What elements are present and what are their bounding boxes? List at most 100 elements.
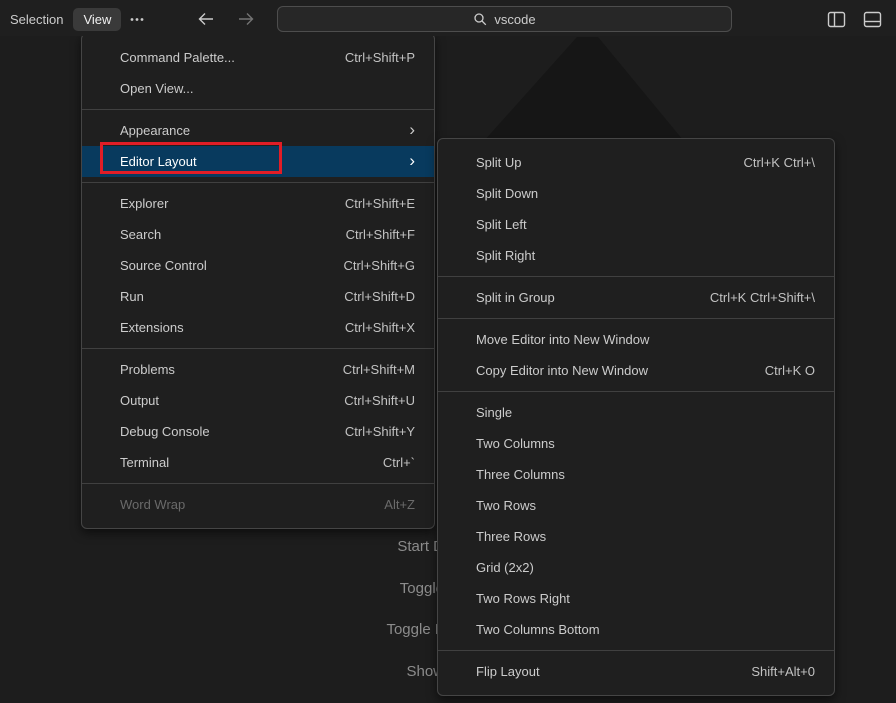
menu-item-command-palette[interactable]: Command Palette...Ctrl+Shift+P [82,42,434,73]
menu-item-shortcut: Ctrl+Shift+P [345,50,415,65]
menu-item-explorer[interactable]: Explorer Ctrl+Shift+E [82,188,434,219]
menu-item-split-left[interactable]: Split Left [438,209,834,240]
titlebar-layout-controls [825,9,884,30]
chevron-right-icon: › [409,152,415,169]
navigate-forward-button[interactable] [233,7,259,31]
menu-item-label: Three Columns [476,467,565,482]
menu-item-three-columns[interactable]: Three Columns [438,459,834,490]
menu-item-shortcut: Ctrl+Shift+M [343,362,415,377]
menu-item-run[interactable]: Run Ctrl+Shift+D [82,281,434,312]
menu-item-source-control[interactable]: Source Control Ctrl+Shift+G [82,250,434,281]
menu-item-label: Copy Editor into New Window [476,363,648,378]
menu-item-label: Three Rows [476,529,546,544]
menu-separator [438,650,834,651]
menu-item-split-in-group[interactable]: Split in GroupCtrl+K Ctrl+Shift+\ [438,282,834,313]
menu-item-two-rows[interactable]: Two Rows [438,490,834,521]
editor-layout-submenu: Split Up Ctrl+K Ctrl+\ Split Down Split Lef… [437,138,835,696]
menu-item-label: Search [120,227,161,242]
layout-panel-icon [863,11,882,28]
menu-item-label: Move Editor into New Window [476,332,649,347]
menu-item-split-up[interactable]: Split Up Ctrl+K Ctrl+\ [438,147,834,178]
menubar-more-button[interactable] [121,7,153,31]
menu-item-shortcut: Ctrl+Shift+E [345,196,415,211]
menu-item-problems[interactable]: Problems Ctrl+Shift+M [82,354,434,385]
menu-item-editor-layout[interactable]: Editor Layout › [82,146,434,177]
menu-item-label: Appearance [120,123,190,138]
menu-item-label: Flip Layout [476,664,540,679]
menu-item-shortcut: Ctrl+Shift+U [344,393,415,408]
menu-separator [82,182,434,183]
arrow-left-icon [197,11,215,27]
menu-item-grid-2x2[interactable]: Grid (2x2) [438,552,834,583]
menu-separator [438,318,834,319]
menu-item-open-view[interactable]: Open View... [82,73,434,104]
menu-item-label: Explorer [120,196,168,211]
menu-item-shortcut: Ctrl+Shift+X [345,320,415,335]
menu-item-shortcut: Shift+Alt+0 [751,664,815,679]
menu-item-debug-console[interactable]: Debug Console Ctrl+Shift+Y [82,416,434,447]
menu-item-word-wrap: Word WrapAlt+Z [82,489,434,520]
menubar-item-selection[interactable]: Selection [0,8,73,31]
menu-item-flip-layout[interactable]: Flip Layout Shift+Alt+0 [438,656,834,687]
menu-item-label: Debug Console [120,424,210,439]
menu-item-label: Split Up [476,155,522,170]
menu-item-copy-editor-into-new-window[interactable]: Copy Editor into New WindowCtrl+K O [438,355,834,386]
titlebar: Selection View [0,0,896,36]
search-icon [473,12,487,26]
menu-item-label: Grid (2x2) [476,560,534,575]
arrow-right-icon [237,11,255,27]
menubar-item-view[interactable]: View [73,8,121,31]
menu-item-label: Single [476,405,512,420]
menu-item-label: Extensions [120,320,184,335]
menu-item-appearance[interactable]: Appearance › [82,115,434,146]
menu-item-label: Split Left [476,217,527,232]
menu-item-terminal[interactable]: Terminal Ctrl+` [82,447,434,478]
menu-item-shortcut: Ctrl+K Ctrl+\ [743,155,815,170]
menu-separator [438,276,834,277]
menu-item-label: Terminal [120,455,169,470]
menu-item-shortcut: Ctrl+Shift+D [344,289,415,304]
menu-item-label: Open View... [120,81,193,96]
menu-separator [438,391,834,392]
toggle-panel-button[interactable] [861,9,884,30]
menu-item-two-rows-right[interactable]: Two Rows Right [438,583,834,614]
menu-item-two-columns[interactable]: Two Columns [438,428,834,459]
ellipsis-icon [129,11,145,27]
command-center-search[interactable]: vscode [277,6,732,32]
menu-item-split-right[interactable]: Split Right [438,240,834,271]
menu-item-search[interactable]: Search Ctrl+Shift+F [82,219,434,250]
menu-item-label: Split in Group [476,290,555,305]
menu-item-shortcut: Ctrl+` [383,455,415,470]
menu-item-shortcut: Ctrl+Shift+F [346,227,415,242]
menu-item-label: Two Columns [476,436,555,451]
menu-item-label: Two Rows Right [476,591,570,606]
menu-item-shortcut: Alt+Z [384,497,415,512]
menu-item-label: Two Columns Bottom [476,622,600,637]
menu-item-label: Run [120,289,144,304]
menu-item-output[interactable]: Output Ctrl+Shift+U [82,385,434,416]
menu-item-shortcut: Ctrl+Shift+G [343,258,415,273]
command-center-value: vscode [494,12,535,27]
menu-item-label: Two Rows [476,498,536,513]
menu-item-three-rows[interactable]: Three Rows [438,521,834,552]
menu-item-label: Source Control [120,258,207,273]
menu-item-two-columns-bottom[interactable]: Two Columns Bottom [438,614,834,645]
menu-separator [82,483,434,484]
menu-item-label: Output [120,393,159,408]
navigate-back-button[interactable] [193,7,219,31]
menu-item-label: Problems [120,362,175,377]
view-menu-dropdown: Command Palette...Ctrl+Shift+P Open View.… [81,33,435,529]
menu-separator [82,109,434,110]
chevron-right-icon: › [409,121,415,138]
menu-item-label: Split Right [476,248,535,263]
menu-item-single[interactable]: Single [438,397,834,428]
toggle-sidebar-button[interactable] [825,9,848,30]
welcome-shortcut-label: Toggle F [386,620,444,640]
menu-item-extensions[interactable]: Extensions Ctrl+Shift+X [82,312,434,343]
menu-item-label: Editor Layout [120,154,197,169]
layout-sidebar-icon [827,11,846,28]
menu-separator [82,348,434,349]
menu-item-shortcut: Ctrl+Shift+Y [345,424,415,439]
menu-item-move-editor-into-new-window[interactable]: Move Editor into New Window [438,324,834,355]
menu-item-split-down[interactable]: Split Down [438,178,834,209]
